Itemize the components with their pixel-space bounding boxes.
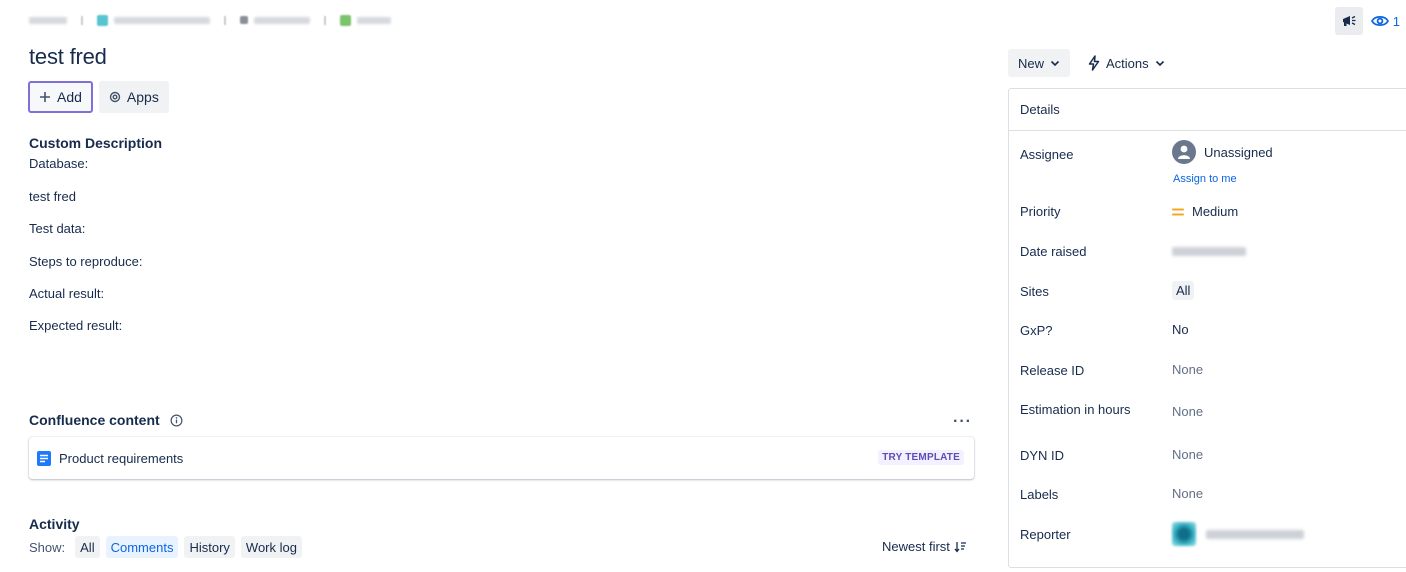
description-line: Steps to reproduce: bbox=[29, 254, 143, 269]
breadcrumb-issue[interactable] bbox=[340, 14, 391, 26]
issue-toolbar: Add Apps bbox=[28, 81, 175, 113]
confluence-heading-label: Confluence content bbox=[29, 412, 160, 428]
issue-title[interactable]: test fred bbox=[29, 44, 107, 70]
blurred-text bbox=[357, 16, 391, 24]
breadcrumb-projects[interactable] bbox=[29, 16, 67, 24]
field-value-sites[interactable]: All bbox=[1172, 281, 1195, 300]
description-line: Database: bbox=[29, 156, 89, 171]
top-right-actions: 1 bbox=[1334, 7, 1400, 35]
sort-icon bbox=[954, 541, 966, 553]
field-value-date-raised[interactable] bbox=[1172, 247, 1246, 256]
field-label-date-raised: Date raised bbox=[1020, 244, 1087, 259]
activity-filters: Show: All Comments History Work log bbox=[29, 536, 308, 558]
info-icon[interactable] bbox=[170, 414, 183, 427]
breadcrumb-project[interactable] bbox=[97, 14, 210, 26]
description-line: Expected result: bbox=[29, 318, 123, 333]
field-value-reporter[interactable] bbox=[1172, 522, 1304, 546]
show-label: Show: bbox=[29, 539, 66, 555]
add-button-label: Add bbox=[57, 89, 82, 105]
field-value-labels[interactable]: None bbox=[1172, 486, 1203, 501]
sort-toggle[interactable]: Newest first bbox=[882, 539, 967, 554]
activity-heading: Activity bbox=[29, 516, 80, 532]
breadcrumb-separator bbox=[81, 15, 83, 25]
chevron-down-icon bbox=[1050, 60, 1060, 66]
field-value-priority[interactable]: Medium bbox=[1172, 204, 1238, 219]
priority-medium-icon bbox=[1172, 207, 1184, 217]
actions-label: Actions bbox=[1106, 55, 1149, 71]
field-label-dyn-id: DYN ID bbox=[1020, 448, 1065, 463]
field-label-sites: Sites bbox=[1020, 284, 1049, 299]
field-value-dyn-id[interactable]: None bbox=[1172, 447, 1203, 462]
field-value-assignee[interactable]: Unassigned bbox=[1172, 140, 1273, 164]
blurred-text bbox=[114, 16, 210, 24]
plus-icon bbox=[39, 91, 51, 103]
field-label-priority: Priority bbox=[1020, 204, 1061, 219]
blurred-text bbox=[29, 16, 67, 24]
field-label-assignee: Assignee bbox=[1020, 147, 1074, 162]
chevron-down-icon bbox=[1155, 60, 1164, 66]
apps-button-label: Apps bbox=[126, 89, 159, 105]
blurred-date bbox=[1172, 247, 1246, 256]
filter-history[interactable]: History bbox=[184, 536, 235, 558]
description-heading: Custom Description bbox=[29, 135, 163, 151]
field-label-gxp: GxP? bbox=[1020, 323, 1053, 338]
breadcrumb-parent[interactable] bbox=[240, 16, 310, 24]
issue-type-icon bbox=[340, 14, 351, 26]
description-line: test fred bbox=[29, 189, 76, 204]
description-line: Test data: bbox=[29, 221, 86, 236]
description-line: Actual result: bbox=[29, 286, 105, 301]
project-icon bbox=[97, 14, 108, 26]
breadcrumb-separator bbox=[324, 15, 326, 25]
field-label-labels: Labels bbox=[1020, 487, 1059, 502]
confluence-item[interactable]: Product requirements TRY TEMPLATE bbox=[29, 437, 974, 479]
sites-value: All bbox=[1172, 281, 1195, 300]
more-options-button[interactable]: ··· bbox=[953, 413, 972, 431]
blurred-reporter-name bbox=[1206, 529, 1304, 539]
try-template-button[interactable]: TRY TEMPLATE bbox=[878, 450, 964, 465]
watch-count: 1 bbox=[1392, 13, 1400, 29]
field-label-estimation: Estimation in hours bbox=[1020, 402, 1131, 417]
filter-work-log[interactable]: Work log bbox=[240, 536, 302, 558]
filter-comments[interactable]: Comments bbox=[105, 536, 179, 558]
blurred-text bbox=[254, 16, 310, 24]
lightning-icon bbox=[1088, 55, 1100, 71]
breadcrumb bbox=[29, 12, 405, 28]
apps-icon bbox=[109, 91, 121, 103]
sort-label: Newest first bbox=[882, 539, 950, 554]
feedback-button[interactable] bbox=[1334, 7, 1363, 35]
actions-dropdown[interactable]: Actions bbox=[1078, 49, 1175, 77]
confluence-item-name: Product requirements bbox=[59, 450, 184, 466]
priority-value: Medium bbox=[1192, 204, 1239, 219]
field-label-reporter: Reporter bbox=[1020, 527, 1071, 542]
field-value-gxp[interactable]: No bbox=[1172, 322, 1189, 337]
status-label: New bbox=[1018, 55, 1045, 71]
field-label-release-id: Release ID bbox=[1020, 363, 1085, 378]
field-value-estimation[interactable]: None bbox=[1172, 404, 1203, 419]
document-icon bbox=[37, 450, 51, 466]
megaphone-icon bbox=[1342, 15, 1356, 26]
parent-icon bbox=[240, 16, 248, 24]
apps-button[interactable]: Apps bbox=[98, 81, 169, 113]
add-button[interactable]: Add bbox=[28, 81, 93, 113]
details-panel: Details Assignee Unassigned Assign to me… bbox=[1008, 88, 1406, 568]
field-value-release-id[interactable]: None bbox=[1172, 362, 1203, 377]
details-heading[interactable]: Details bbox=[1009, 89, 1406, 131]
confluence-heading: Confluence content bbox=[29, 412, 183, 428]
breadcrumb-separator bbox=[224, 15, 226, 25]
assignee-value: Unassigned bbox=[1204, 144, 1273, 160]
status-actions: New Actions bbox=[1008, 49, 1175, 77]
status-dropdown[interactable]: New bbox=[1008, 49, 1071, 77]
assign-to-me-link[interactable]: Assign to me bbox=[1173, 173, 1237, 185]
unassigned-avatar-icon bbox=[1172, 140, 1196, 164]
eye-icon bbox=[1370, 15, 1389, 27]
reporter-avatar bbox=[1172, 522, 1196, 546]
watch-button[interactable]: 1 bbox=[1370, 13, 1400, 29]
filter-all[interactable]: All bbox=[75, 536, 100, 558]
